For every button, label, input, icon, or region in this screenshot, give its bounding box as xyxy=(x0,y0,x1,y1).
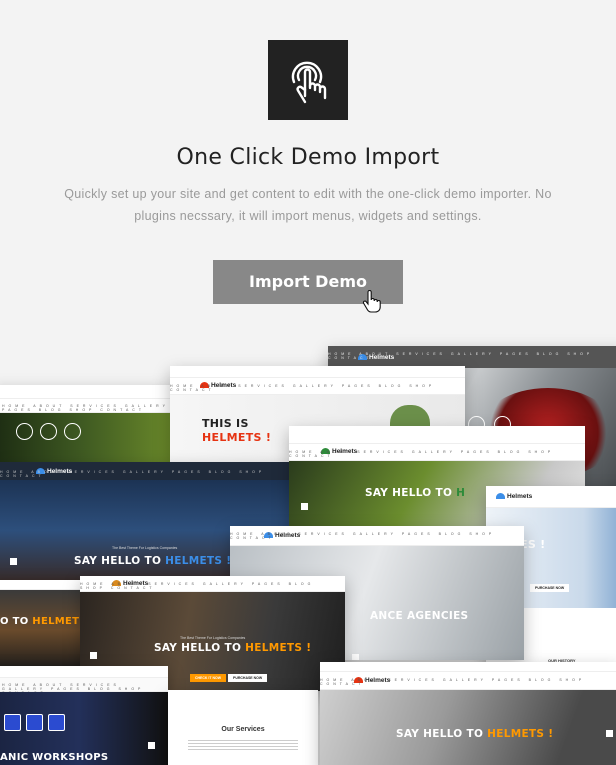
hero-heading: SAY HELLO TO HELMETS ! xyxy=(396,728,553,740)
hero-image: SAY HELLO TO HELMETS ! xyxy=(320,690,616,765)
one-click-icon-tile xyxy=(268,40,348,120)
section-description: Quickly set up your site and get content… xyxy=(40,183,576,227)
slider-prev-arrow[interactable] xyxy=(301,503,308,510)
hero-heading: SAY HELLO TO HELMETS ! xyxy=(74,555,231,567)
section-title: One Click Demo Import xyxy=(176,145,440,170)
hero-heading-line2: HELMETS ! xyxy=(202,431,272,444)
demo-screen-services[interactable]: Our Services xyxy=(168,690,318,765)
hero-image: O TO HELMETS xyxy=(0,590,90,670)
purchase-button[interactable]: PURCHASE NOW xyxy=(228,674,268,682)
hero-heading: ANCE AGENCIES xyxy=(370,610,469,622)
hero-heading-line1: THIS IS xyxy=(202,417,249,430)
hero-heading-text: SAY HELLO TO xyxy=(74,555,162,567)
hero-heading-highlight: HELMETS ! xyxy=(165,555,232,567)
hero-image: ANIC WORKSHOPS xyxy=(0,692,168,765)
gear-icon xyxy=(26,714,43,731)
slider-prev-arrow[interactable] xyxy=(10,558,17,565)
hero-heading-highlight: HELMETS ! xyxy=(487,728,554,740)
check-it-button[interactable]: CHECK IT NOW xyxy=(190,674,227,682)
slider-next-arrow[interactable] xyxy=(606,730,613,737)
slider-prev-arrow[interactable] xyxy=(90,652,97,659)
hero-tagline: The Best Theme For Logistics Companies xyxy=(180,636,246,640)
hero-heading-highlight: HELMETS ! xyxy=(245,642,312,654)
wrench-icon xyxy=(48,714,65,731)
demo-screen-garden[interactable]: HOME ABOUT SERVICES GALLERY PAGES BLOG S… xyxy=(0,385,175,470)
logo-text: Helmets xyxy=(507,493,533,500)
truck-icon xyxy=(16,423,33,440)
nav-links: HOME ABOUT SERVICES GALLERY PAGES BLOG S… xyxy=(328,352,594,360)
description-line-2: plugins necssary, it will import menus, … xyxy=(134,209,482,223)
nav-links: HOME ABOUT SERVICES GALLERY PAGES BLOG S… xyxy=(289,450,555,458)
demo-screen-auto[interactable]: O TO HELMETS xyxy=(0,580,90,670)
nav-links: HOME ABOUT SERVICES GALLERY PAGES BLOG S… xyxy=(320,678,586,686)
description-line-1: Quickly set up your site and get content… xyxy=(64,187,552,201)
touch-click-icon xyxy=(291,61,327,104)
slider-prev-arrow[interactable] xyxy=(352,654,359,660)
services-heading: Our Services xyxy=(221,726,265,733)
nav-links: HOME ABOUT SERVICES GALLERY PAGES BLOG S… xyxy=(0,470,266,478)
hero-heading: O TO HELMETS xyxy=(0,616,87,627)
leaf-icon xyxy=(64,423,81,440)
gear-icon xyxy=(4,714,21,731)
nav-links: HOME ABOUT SERVICES GALLERY PAGES BLOG S… xyxy=(170,384,436,392)
hero-tagline: The Best Theme For Logistics Companies xyxy=(112,546,178,550)
nav-links: HOME ABOUT SERVICES GALLERY PAGES BLOG S… xyxy=(230,532,496,540)
hero-heading: SAY HELLO TO H xyxy=(365,487,466,499)
hero-heading: SAY HELLO TO HELMETS ! xyxy=(154,642,311,654)
demo-screen-orange[interactable]: Helmets HOME ABOUT SERVICES GALLERY PAGE… xyxy=(320,662,616,765)
hand-pointer-icon xyxy=(362,289,382,319)
hero-heading: ANIC WORKSHOPS xyxy=(0,752,109,763)
hero-heading-text: SAY HELLO TO xyxy=(365,487,453,499)
nav-links: HOME ABOUT SERVICES GALLERY PAGES BLOG S… xyxy=(80,582,315,590)
hero-heading-text: SAY HELLO TO xyxy=(154,642,242,654)
demo-screen-workshops[interactable]: HOME ABOUT SERVICES GALLERY PAGES BLOG S… xyxy=(0,666,168,765)
nav-links: HOME ABOUT SERVICES GALLERY PAGES BLOG S… xyxy=(2,404,169,412)
plant-icon xyxy=(40,423,57,440)
slider-next-arrow[interactable] xyxy=(148,742,155,749)
purchase-button[interactable]: PURCHASE NOW xyxy=(530,584,570,592)
hero-heading-text: SAY HELLO TO xyxy=(396,728,484,740)
